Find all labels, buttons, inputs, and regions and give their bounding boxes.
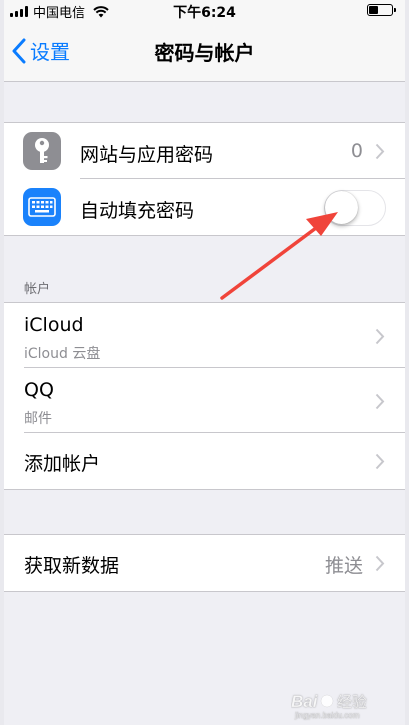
baidu-watermark: Bai 经验 jingyan.baidu.com bbox=[291, 687, 387, 721]
baidu-logo-icon: Bai 经验 jingyan.baidu.com bbox=[291, 692, 367, 721]
svg-text:jingyan.baidu.com: jingyan.baidu.com bbox=[294, 711, 360, 720]
screen: 中国电信 下午6:24 设置 密码与帐户 网站与应用密码 0 自动填充密码 帐户… bbox=[4, 0, 405, 725]
svg-text:Bai: Bai bbox=[291, 692, 319, 711]
annotation-arrow bbox=[220, 212, 338, 300]
svg-text:经验: 经验 bbox=[337, 693, 367, 711]
